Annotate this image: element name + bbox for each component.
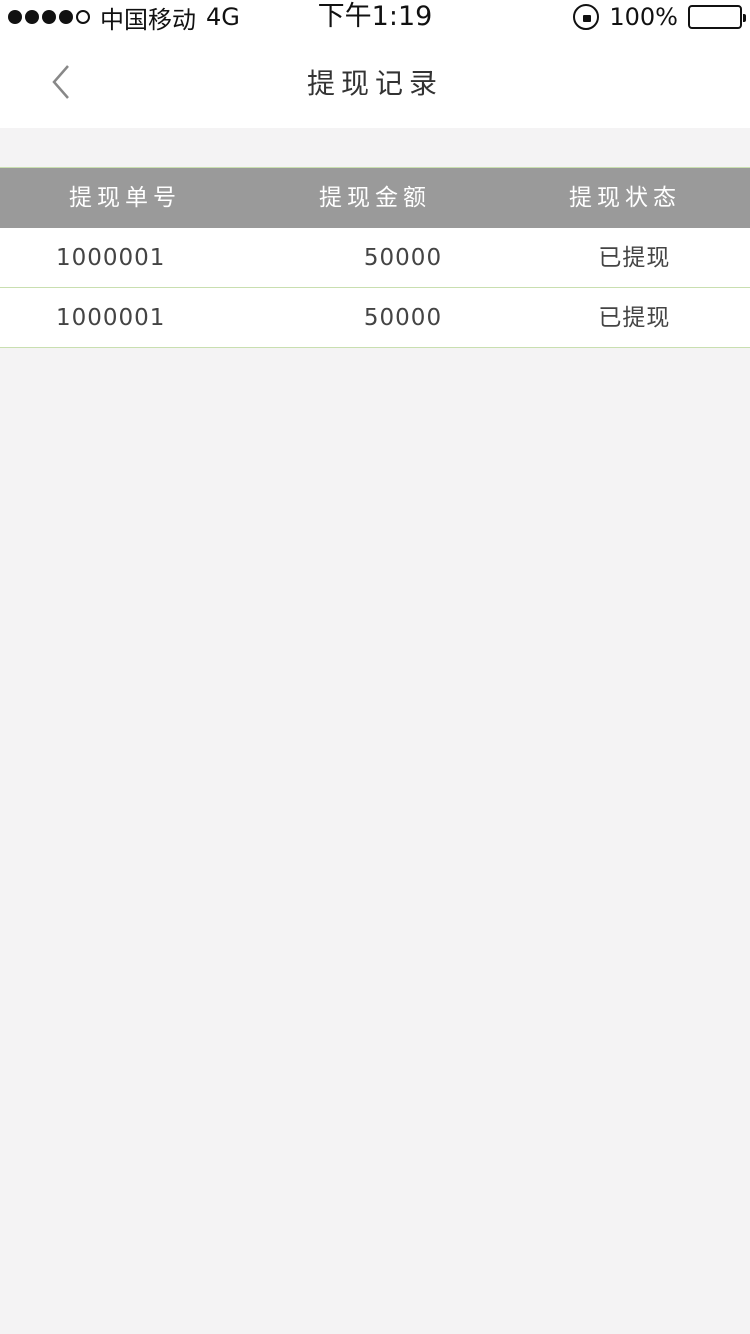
nav-bar: 提现记录 <box>0 36 750 128</box>
status-cell: 已提现 <box>598 245 671 271</box>
rotation-lock-icon <box>573 4 600 30</box>
status-bar: 中国移动 4G 下午1:19 100% <box>0 0 750 36</box>
page-title: 提现记录 <box>306 67 443 100</box>
table-row[interactable]: 1000001 50000 已提现 <box>0 228 750 288</box>
status-right: 100% <box>573 2 746 32</box>
order-id-cell: 1000001 <box>56 245 166 271</box>
table-header: 提现单号 提现金额 提现状态 <box>0 167 750 228</box>
status-cell: 已提现 <box>598 305 671 331</box>
header-status: 提现状态 <box>569 185 681 211</box>
battery-percent: 100% <box>609 3 678 31</box>
amount-cell: 50000 <box>363 245 443 271</box>
battery-icon <box>688 5 746 29</box>
table-row[interactable]: 1000001 50000 已提现 <box>0 288 750 348</box>
order-id-cell: 1000001 <box>56 305 166 331</box>
amount-cell: 50000 <box>363 305 443 331</box>
header-amount: 提现金额 <box>319 185 431 211</box>
header-order-id: 提现单号 <box>69 185 181 211</box>
withdraw-records-table: 提现单号 提现金额 提现状态 1000001 50000 已提现 1000001… <box>0 167 750 348</box>
